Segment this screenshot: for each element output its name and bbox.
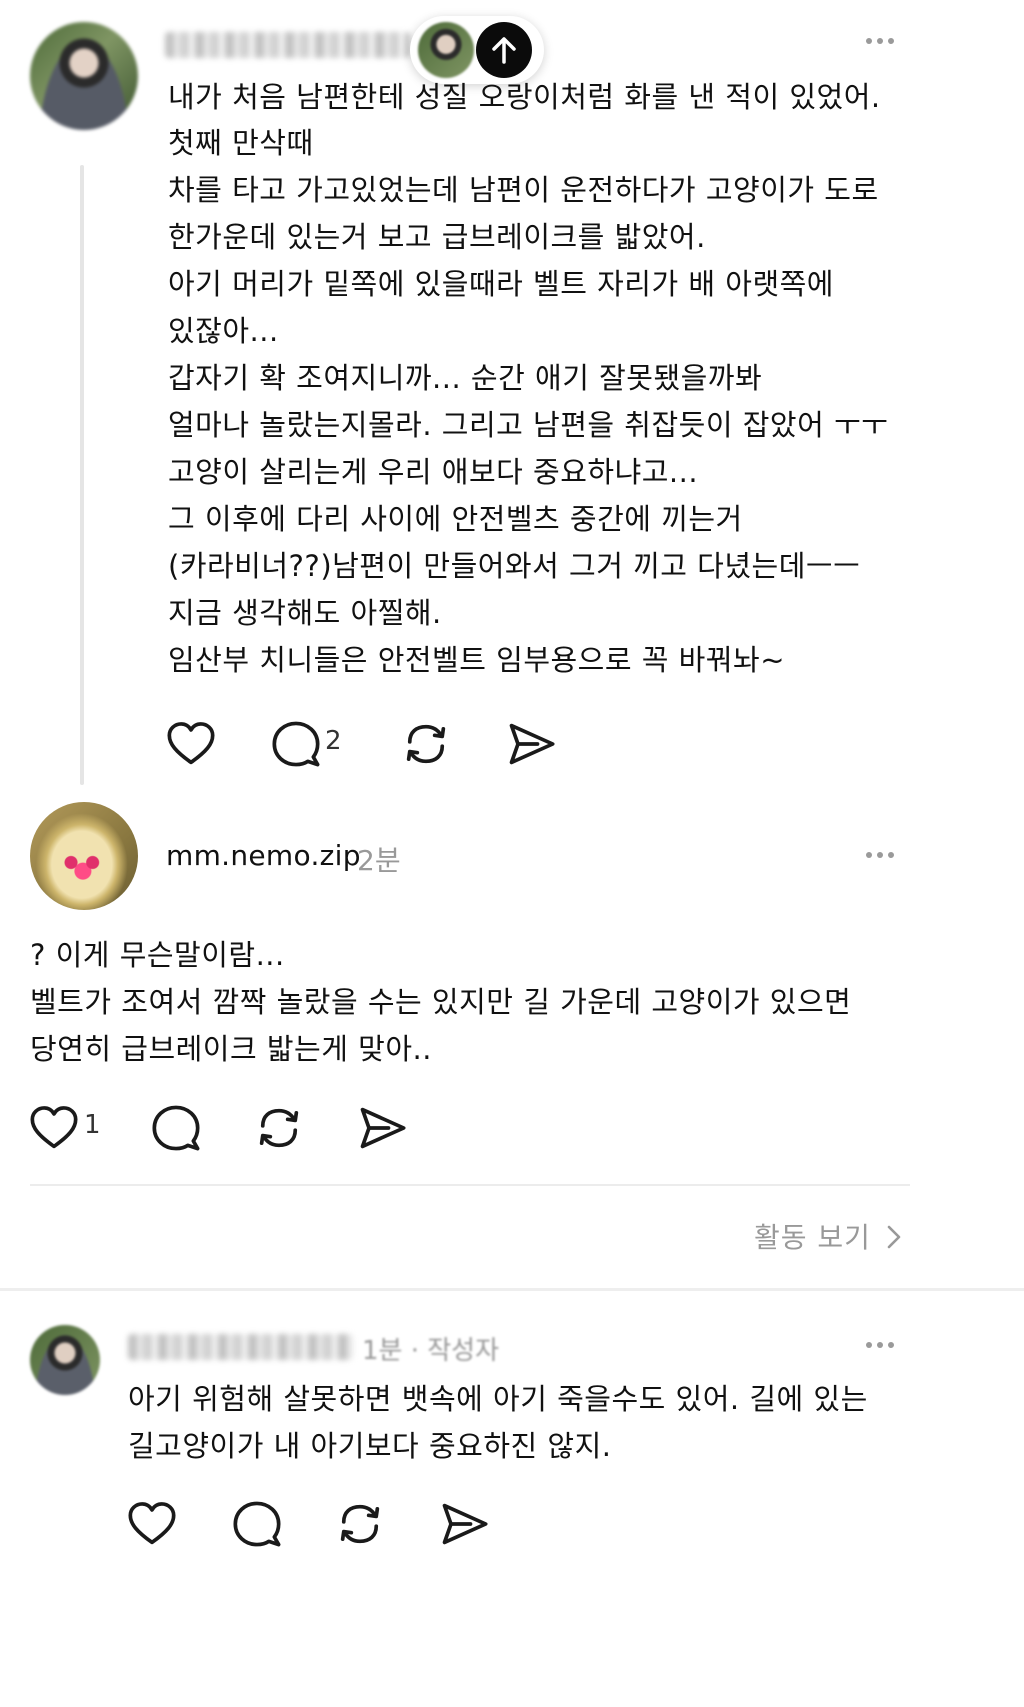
activity-link[interactable]: 활동 보기 <box>754 1216 904 1256</box>
comment-bubble-icon[interactable] <box>231 1498 283 1550</box>
body-line: 길고양이가 내 아기보다 중요하진 않지. <box>128 1429 612 1463</box>
avatar[interactable] <box>30 802 138 910</box>
post-time: 2분 <box>357 844 401 877</box>
repost-icon[interactable] <box>400 718 452 770</box>
body-line: 당연히 급브레이크 밟는게 맞아.. <box>30 1032 432 1066</box>
body-line: 한가운데 있는거 보고 급브레이크를 밟았어. <box>168 220 706 254</box>
avatar[interactable] <box>30 1325 100 1395</box>
heart-icon[interactable] <box>165 718 217 770</box>
heart-icon[interactable] <box>126 1498 178 1550</box>
author-name-redacted[interactable] <box>165 32 410 58</box>
comment-bubble-icon[interactable] <box>150 1102 202 1154</box>
repost-icon[interactable] <box>253 1102 305 1154</box>
body-line: 첫째 만삭때 <box>168 126 314 160</box>
body-line: 있잖아... <box>168 314 279 348</box>
like-count: 1 <box>84 1110 101 1140</box>
thread-line <box>80 165 84 785</box>
body-line: 임산부 치니들은 안전벨트 임부용으로 꼭 바꿔놔~ <box>168 643 785 677</box>
action-bar: 1 <box>28 1102 428 1154</box>
send-icon[interactable] <box>356 1102 408 1154</box>
author-name-redacted[interactable] <box>128 1334 353 1360</box>
action-bar <box>126 1498 526 1550</box>
chevron-right-icon <box>887 1225 901 1249</box>
repost-icon[interactable] <box>334 1498 386 1550</box>
body-line: 아기 위험해 살못하면 뱃속에 아기 죽을수도 있어. 길에 있는 <box>128 1382 868 1416</box>
more-dots-icon[interactable] <box>866 1342 894 1348</box>
send-icon[interactable] <box>505 718 557 770</box>
author-name[interactable]: mm.nemo.zip <box>166 839 361 872</box>
comment-bubble-icon[interactable] <box>270 718 322 770</box>
reply-count: 2 <box>325 726 342 756</box>
body-line: 차를 타고 가고있었는데 남편이 운전하다가 고양이가 도로 <box>168 173 879 207</box>
send-icon[interactable] <box>438 1498 490 1550</box>
body-line: 얼마나 놀랐는지몰라. 그리고 남편을 취잡듯이 잡았어 ㅜㅜ <box>168 408 889 442</box>
activity-label: 활동 보기 <box>754 1221 871 1254</box>
more-dots-icon[interactable] <box>866 852 894 858</box>
heart-icon[interactable] <box>28 1102 80 1154</box>
body-line: 내가 처음 남편한테 성질 오랑이처럼 화를 낸 적이 있었어. <box>168 80 881 114</box>
action-bar: 2 <box>165 718 585 770</box>
section-separator <box>0 1288 1024 1291</box>
divider <box>30 1184 910 1186</box>
arrow-up-icon[interactable] <box>476 22 532 78</box>
body-line: ? 이게 무슨말이람... <box>30 938 285 972</box>
mini-avatar <box>418 22 474 78</box>
body-line: 그 이후에 다리 사이에 안전벨츠 중간에 끼는거 <box>168 502 743 536</box>
body-line: 벨트가 조여서 깜짝 놀랐을 수는 있지만 길 가운데 고양이가 있으면 <box>30 985 852 1019</box>
more-dots-icon[interactable] <box>866 38 894 44</box>
avatar[interactable] <box>30 22 138 130</box>
body-line: 갑자기 확 조여지니까... 순간 애기 잘못됐을까봐 <box>168 361 763 395</box>
body-line: 고양이 살리는게 우리 애보다 중요하냐고... <box>168 455 699 489</box>
post-meta: 1분 · 작성자 <box>362 1336 500 1366</box>
body-line: 아기 머리가 밑쪽에 있을때라 벨트 자리가 배 아랫쪽에 <box>168 267 834 301</box>
body-line: (카라비너??)남편이 만들어와서 그거 끼고 다녔는데ㅡㅡ <box>168 549 861 583</box>
body-line: 지금 생각해도 아찔해. <box>168 596 442 630</box>
